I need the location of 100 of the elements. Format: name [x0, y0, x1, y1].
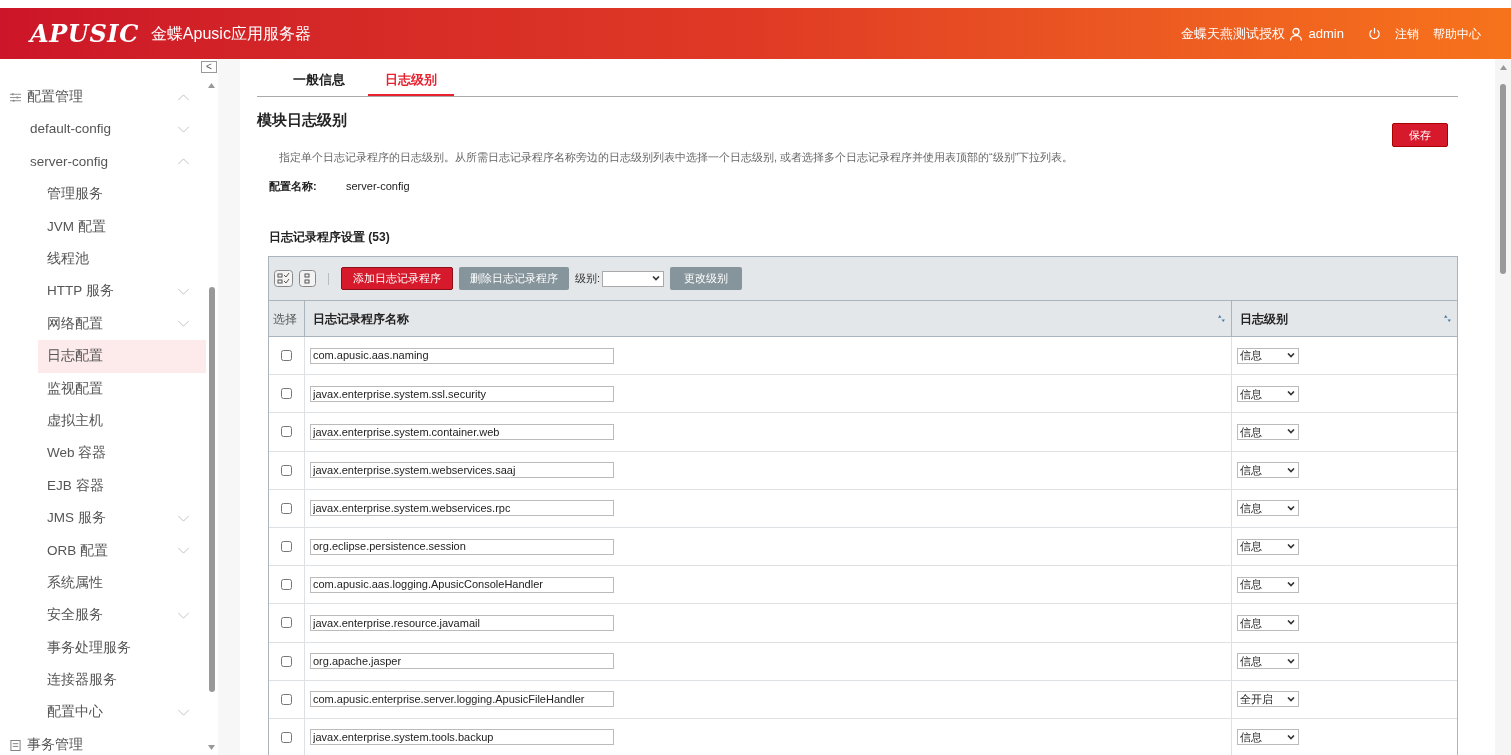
sidebar-item[interactable]: 系统属性 [38, 566, 206, 600]
row-checkbox[interactable] [281, 350, 292, 362]
caret-icon [1287, 696, 1295, 702]
select-all-icon[interactable] [274, 270, 293, 287]
column-header[interactable]: 日志记录程序名称 [305, 309, 409, 328]
row-checkbox[interactable] [281, 541, 292, 553]
level-select[interactable]: 信息 [1237, 462, 1299, 479]
caret-icon [1287, 505, 1295, 511]
logger-name-field[interactable]: org.apache.jasper [310, 653, 614, 670]
sidebar-item-label: server-config [30, 152, 109, 171]
tab[interactable]: 日志级别 [368, 66, 454, 96]
scrollbar-thumb[interactable] [209, 287, 215, 692]
logo: APUSIC [30, 17, 139, 50]
add-logger-button[interactable]: 添加日志记录程序 [341, 267, 453, 290]
level-select[interactable]: 信息 [1237, 576, 1299, 593]
caret-icon [1287, 353, 1295, 359]
logger-name-field[interactable]: com.apusic.aas.naming [310, 347, 614, 364]
level-select[interactable]: 信息 [1237, 538, 1299, 555]
user-icon [1288, 26, 1303, 41]
row-checkbox[interactable] [281, 388, 292, 400]
logger-name-field[interactable]: javax.enterprise.system.webservices.saaj [310, 462, 614, 479]
sidebar-item-label: 事务管理 [27, 735, 83, 754]
sidebar-item[interactable]: 连接器服务 [38, 664, 206, 697]
scroll-up-icon[interactable] [1500, 65, 1507, 70]
caret-icon [1287, 658, 1295, 664]
sidebar-item-label: Web 容器 [47, 444, 107, 463]
sort-icon[interactable] [1218, 315, 1225, 322]
scroll-down-icon[interactable] [208, 745, 215, 750]
license-text: 金蝶天燕测试授权 [1180, 24, 1285, 43]
sidebar-item[interactable]: 配置管理 [0, 81, 206, 114]
sidebar-item[interactable]: 配置中心 [38, 696, 206, 729]
sidebar-item-label: 线程池 [47, 250, 89, 268]
collapse-button[interactable]: < [201, 61, 217, 73]
sort-icon[interactable] [1444, 315, 1451, 322]
sidebar-item[interactable]: 事务处理服务 [38, 631, 206, 665]
sidebar-item-label: HTTP 服务 [47, 282, 114, 301]
level-select[interactable]: 信息 [1237, 729, 1299, 746]
sidebar-item[interactable]: 虚拟主机 [38, 404, 206, 438]
section-title: 日志记录程序设置 (53) [269, 229, 391, 246]
sidebar-item-label: ORB 配置 [47, 541, 108, 560]
product-title: 金蝶Apusic应用服务器 [150, 23, 311, 44]
level-label: 级别: [575, 271, 601, 287]
logger-name-field[interactable]: org.eclipse.persistence.session [310, 538, 614, 555]
power-icon[interactable] [1368, 27, 1381, 40]
sidebar-item[interactable]: EJB 容器 [38, 469, 206, 503]
row-checkbox[interactable] [281, 464, 292, 476]
logger-name-field[interactable]: javax.enterprise.system.ssl.security [310, 385, 614, 402]
level-dropdown[interactable] [602, 270, 665, 287]
sidebar-item-label: 配置管理 [27, 88, 83, 107]
row-checkbox[interactable] [281, 502, 292, 514]
row-checkbox[interactable] [281, 731, 292, 743]
level-select[interactable]: 信息 [1237, 385, 1299, 402]
sidebar-item[interactable]: 安全服务 [38, 599, 206, 632]
caret-icon [1287, 391, 1295, 397]
sidebar-item[interactable]: HTTP 服务 [38, 275, 206, 308]
sidebar-item-label: 监视配置 [47, 379, 103, 398]
sidebar-item[interactable]: 监视配置 [38, 372, 206, 405]
sidebar-item[interactable]: default-config [0, 113, 206, 146]
row-checkbox[interactable] [281, 617, 292, 629]
level-select[interactable]: 信息 [1237, 347, 1299, 364]
scrollbar-thumb[interactable] [1500, 84, 1506, 274]
sidebar-item-label: 安全服务 [47, 606, 103, 625]
sidebar-item[interactable]: 日志配置 [38, 340, 206, 373]
caret-icon [1287, 734, 1295, 740]
scroll-up-icon[interactable] [208, 83, 215, 88]
logger-name-field[interactable]: com.apusic.enterprise.server.logging.ApusicFileHandler [310, 691, 614, 708]
sidebar-item[interactable]: JMS 服务 [38, 502, 206, 535]
tab[interactable]: 一般信息 [281, 66, 357, 96]
save-button[interactable]: 保存 [1392, 123, 1448, 147]
logger-name-field[interactable]: javax.enterprise.system.tools.backup [310, 729, 614, 746]
sidebar-item-label: 连接器服务 [47, 671, 117, 690]
sidebar-item-label: 事务处理服务 [47, 638, 131, 657]
row-checkbox[interactable] [281, 426, 292, 438]
sidebar-item[interactable]: ORB 配置 [38, 534, 206, 567]
logger-name-field[interactable]: javax.enterprise.system.webservices.rpc [310, 500, 614, 517]
sidebar-item[interactable]: 管理服务 [38, 178, 206, 211]
row-checkbox[interactable] [281, 655, 292, 667]
sidebar-item-label: 系统属性 [47, 573, 103, 592]
row-checkbox[interactable] [281, 579, 292, 591]
sidebar-item[interactable]: 网络配置 [38, 307, 206, 341]
sidebar-item[interactable]: 线程池 [38, 242, 206, 276]
level-select[interactable]: 信息 [1237, 653, 1299, 670]
logger-name-field[interactable]: com.apusic.aas.logging.ApusicConsoleHandler [310, 576, 614, 593]
logger-name-field[interactable]: javax.enterprise.resource.javamail [310, 614, 614, 631]
sidebar-item[interactable]: JVM 配置 [38, 210, 206, 243]
level-select[interactable]: 信息 [1237, 614, 1299, 631]
sidebar-item[interactable]: server-config [0, 145, 206, 179]
sidebar-item[interactable]: 事务管理 [0, 728, 206, 755]
level-select[interactable]: 信息 [1237, 500, 1299, 517]
level-select[interactable]: 信息 [1237, 423, 1299, 440]
sidebar-item-label: 配置中心 [47, 703, 103, 722]
document-icon [10, 739, 21, 751]
sidebar-item-label: 网络配置 [47, 314, 103, 333]
level-select[interactable]: 全开启 [1237, 691, 1299, 708]
column-header[interactable]: 日志级别 [1232, 309, 1288, 328]
sidebar-item[interactable]: Web 容器 [38, 437, 206, 470]
sidebar-item-label: default-config [30, 120, 112, 139]
row-checkbox[interactable] [281, 693, 292, 705]
logger-name-field[interactable]: javax.enterprise.system.container.web [310, 423, 614, 440]
deselect-all-icon[interactable] [299, 270, 316, 287]
